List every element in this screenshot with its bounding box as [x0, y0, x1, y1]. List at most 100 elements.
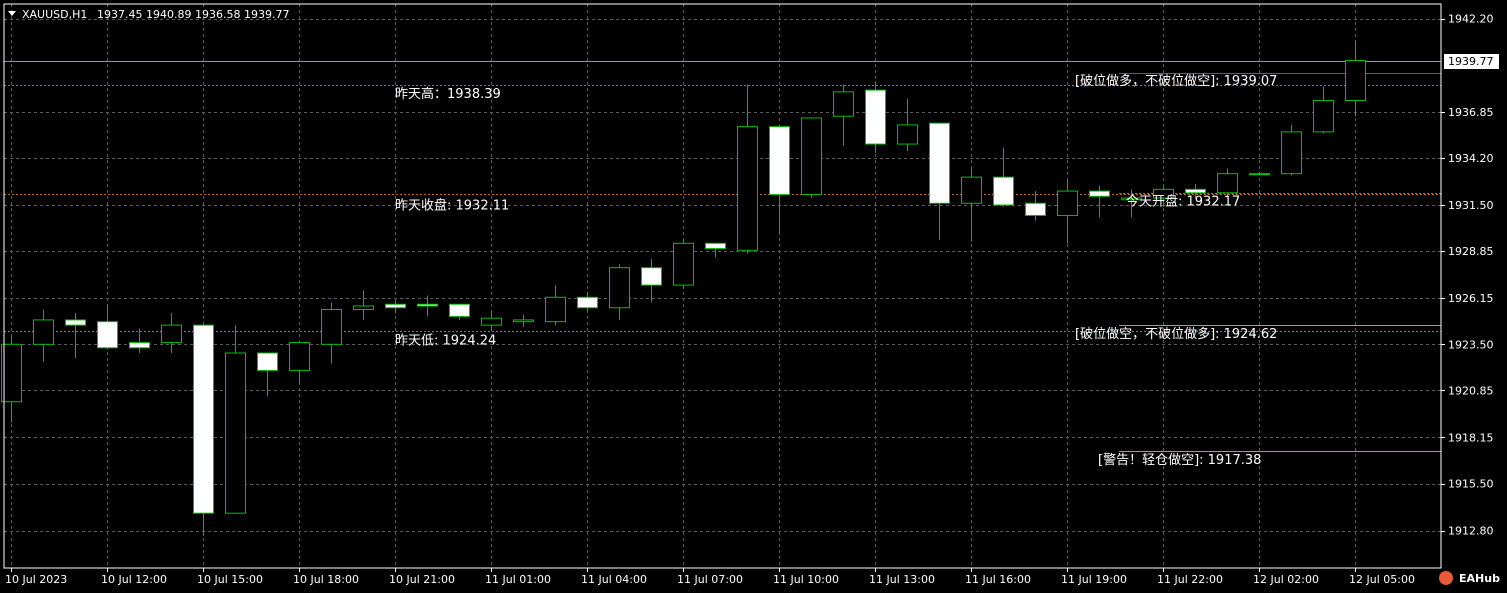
candle[interactable] [929, 122, 950, 240]
ohlc-label: 1937.45 1940.89 1936.58 1939.77 [97, 8, 289, 21]
x-tick-label: 12 Jul 05:00 [1349, 573, 1415, 586]
x-tick-label: 10 Jul 18:00 [293, 573, 359, 586]
candle[interactable] [33, 309, 54, 362]
y-tick-label: 1918.15 [1448, 431, 1494, 444]
candle-body-bull [33, 319, 54, 345]
candle[interactable] [97, 304, 118, 350]
y-tick-label: 1931.50 [1448, 199, 1494, 212]
x-tick-label: 10 Jul 2023 [5, 573, 67, 586]
x-tick-label: 11 Jul 10:00 [773, 573, 839, 586]
x-tick-label: 11 Jul 01:00 [485, 573, 551, 586]
candle[interactable] [1281, 124, 1302, 176]
y-tick-label: 1942.20 [1448, 13, 1494, 26]
candle[interactable] [801, 117, 822, 199]
warning-short-level-label: [警告！轻仓做空]: 1917.38 [1098, 452, 1261, 468]
candle[interactable] [705, 242, 726, 258]
candle-body-bear [1185, 188, 1206, 194]
yesterday-low-level-label: 昨天低: 1924.24 [395, 333, 496, 348]
candle-body-bull [1345, 59, 1366, 102]
price-chart[interactable]: [破位做多，不破位做空]: 1939.07 昨天高：1938.39 今天开盘: 19… [0, 0, 1507, 593]
candle[interactable] [481, 311, 502, 331]
y-tick-label: 1926.15 [1448, 292, 1494, 305]
candle[interactable] [1249, 171, 1270, 176]
candle-body-bull [321, 308, 342, 345]
candle-body-bear [129, 342, 150, 349]
candle[interactable] [1025, 191, 1046, 221]
symbol-label: XAUUSD,H1 [22, 8, 87, 21]
x-tick-label: 11 Jul 16:00 [965, 573, 1031, 586]
y-tick-label: 1923.50 [1448, 338, 1494, 351]
candle-body-bull [225, 352, 246, 514]
candle-body-bull [1057, 190, 1078, 216]
candle[interactable] [289, 342, 310, 383]
candle[interactable] [769, 126, 790, 233]
candle[interactable] [449, 303, 470, 320]
candle-body-bull [961, 176, 982, 204]
candle-body-bull [1249, 173, 1270, 176]
candle[interactable] [737, 84, 758, 254]
candle-body-bull [801, 117, 822, 196]
candle-body-bear [97, 321, 118, 349]
candle[interactable] [385, 300, 406, 313]
x-tick-label: 10 Jul 21:00 [389, 573, 455, 586]
candle[interactable] [65, 312, 86, 359]
candle[interactable] [1313, 86, 1334, 134]
candle[interactable] [1345, 41, 1366, 117]
candle-body-bull [833, 91, 854, 117]
candle[interactable] [609, 264, 630, 320]
candle-body-bear [769, 126, 790, 196]
x-tick-label: 11 Jul 22:00 [1157, 573, 1223, 586]
x-tick-label: 11 Jul 04:00 [581, 573, 647, 586]
candle-body-bull [1217, 173, 1238, 194]
candle[interactable] [321, 302, 342, 364]
candle[interactable] [673, 239, 694, 289]
candle[interactable] [513, 314, 534, 327]
candle[interactable] [129, 328, 150, 353]
candle-body-bear [705, 242, 726, 250]
x-tick-label: 11 Jul 19:00 [1061, 573, 1127, 586]
x-tick-label: 12 Jul 02:00 [1253, 573, 1319, 586]
brand-label: EAHub [1459, 572, 1500, 585]
candle[interactable] [1089, 185, 1110, 218]
candle-body-bear [865, 89, 886, 145]
candle-body-bull [897, 124, 918, 145]
chart-header: XAUUSD,H1 1937.45 1940.89 1936.58 1939.7… [8, 8, 289, 21]
candle[interactable] [353, 290, 374, 320]
yesterday-close-level-label: 昨天收盘: 1932.11 [395, 197, 509, 213]
chart-window[interactable]: [破位做多，不破位做空]: 1939.07 昨天高：1938.39 今天开盘: 19… [0, 0, 1507, 593]
candle[interactable] [865, 81, 886, 153]
candle-body-bull [161, 324, 182, 344]
y-tick-label: 1915.50 [1448, 478, 1494, 491]
candle-body-bull [609, 267, 630, 309]
level-labels: [破位做多，不破位做空]: 1939.07 昨天高：1938.39 今天开盘: 19… [395, 73, 1277, 468]
candle-body-bull [513, 319, 534, 323]
candle[interactable] [257, 352, 278, 397]
candle[interactable] [161, 312, 182, 353]
eahub-logo-icon [1439, 571, 1453, 585]
dropdown-triangle-icon[interactable] [8, 11, 16, 16]
candle[interactable] [545, 285, 566, 326]
candle[interactable] [897, 98, 918, 152]
current-price-label: 1939.77 [1448, 55, 1494, 68]
brand-badge: EAHub [1439, 571, 1500, 585]
candle-body-bear [993, 176, 1014, 206]
candle[interactable] [1057, 178, 1078, 244]
candle[interactable] [1217, 168, 1238, 197]
x-tick-label: 10 Jul 15:00 [197, 573, 263, 586]
candle[interactable] [833, 84, 854, 146]
candle-body-bull [1281, 131, 1302, 175]
candle-body-bull [545, 296, 566, 323]
candle[interactable] [577, 292, 598, 312]
breakout-long-level-label: [破位做多，不破位做空]: 1939.07 [1075, 73, 1277, 89]
candle-body-bear [641, 267, 662, 286]
candle[interactable] [641, 258, 662, 303]
y-tick-label: 1934.20 [1448, 152, 1494, 165]
candle-body-bull [289, 342, 310, 371]
candle[interactable] [225, 325, 246, 514]
yesterday-high-level-label: 昨天高：1938.39 [395, 86, 501, 102]
candle[interactable] [993, 147, 1014, 207]
candle-body-bear [417, 303, 438, 307]
candle-body-bear [257, 352, 278, 371]
candle[interactable] [193, 324, 214, 536]
candle-body-bear [385, 303, 406, 309]
